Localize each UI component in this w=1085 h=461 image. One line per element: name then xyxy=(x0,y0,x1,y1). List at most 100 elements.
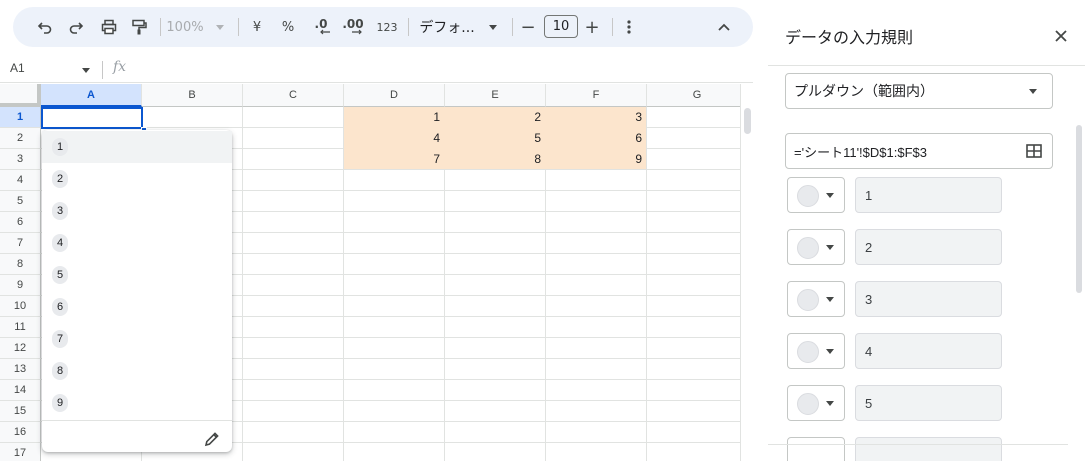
cell-value[interactable]: 2 xyxy=(445,110,541,124)
column-header-d[interactable]: D xyxy=(344,84,445,107)
row-header-9[interactable]: 9 xyxy=(0,275,41,296)
chevron-down-icon xyxy=(215,24,224,30)
currency-format-button[interactable]: ¥ xyxy=(247,7,267,47)
column-header-f[interactable]: F xyxy=(546,84,647,107)
option-value-input[interactable]: 4 xyxy=(855,333,1002,369)
font-size-increase-button[interactable]: + xyxy=(584,7,600,47)
toolbar-separator xyxy=(408,18,409,36)
dropdown-item[interactable]: 1 xyxy=(42,131,232,163)
row-header-17[interactable]: 17 xyxy=(0,443,41,461)
option-row: 5 xyxy=(787,385,1027,421)
column-header-b[interactable]: B xyxy=(142,84,243,107)
font-size-input[interactable]: 10 xyxy=(544,15,578,38)
option-color-button[interactable] xyxy=(787,437,845,461)
name-box[interactable]: A1 xyxy=(10,61,25,75)
option-value-input[interactable]: 1 xyxy=(855,177,1002,213)
criteria-select[interactable]: プルダウン（範囲内） xyxy=(785,73,1053,109)
cell-value[interactable]: 4 xyxy=(344,131,440,145)
option-value-input[interactable]: 5 xyxy=(855,385,1002,421)
chevron-down-icon[interactable] xyxy=(82,68,90,73)
cell-value[interactable]: 7 xyxy=(344,152,440,166)
option-color-button[interactable] xyxy=(787,177,845,213)
toolbar: 100% ¥ % .0 .00 123 デフォ... − 10 + xyxy=(13,7,753,47)
active-cell-a1[interactable] xyxy=(41,107,143,129)
range-input[interactable]: ='シート11'!$D$1:$F$3 xyxy=(785,133,1053,169)
option-color-button[interactable] xyxy=(787,333,845,369)
column-header-a[interactable]: A xyxy=(41,84,142,107)
row-header-11[interactable]: 11 xyxy=(0,317,41,338)
dropdown-item[interactable]: 6 xyxy=(42,291,232,323)
dropdown-item[interactable]: 3 xyxy=(42,195,232,227)
row-header-8[interactable]: 8 xyxy=(0,254,41,275)
option-value-input[interactable]: 3 xyxy=(855,281,1002,317)
arrow-right-icon xyxy=(352,29,362,34)
panel-scrollbar-thumb[interactable] xyxy=(1076,125,1082,293)
dropdown-item[interactable]: 8 xyxy=(42,355,232,387)
undo-button[interactable] xyxy=(35,7,55,47)
zoom-select[interactable]: 100% xyxy=(165,7,225,47)
column-header-c[interactable]: C xyxy=(243,84,344,107)
pencil-icon xyxy=(204,432,219,447)
dropdown-item[interactable]: 4 xyxy=(42,227,232,259)
dropdown-item[interactable]: 2 xyxy=(42,163,232,195)
font-select[interactable]: デフォ... xyxy=(417,7,499,47)
row-header-14[interactable]: 14 xyxy=(0,380,41,401)
cell-value[interactable]: 6 xyxy=(546,131,642,145)
chevron-down-icon xyxy=(826,245,834,250)
row-header-7[interactable]: 7 xyxy=(0,233,41,254)
cell-value[interactable]: 5 xyxy=(445,131,541,145)
dropdown-list: 1 2 3 4 5 6 7 8 9 xyxy=(42,130,232,452)
select-all-corner[interactable] xyxy=(0,84,41,107)
cell-value[interactable]: 3 xyxy=(546,110,642,124)
option-color-button[interactable] xyxy=(787,229,845,265)
row-header-3[interactable]: 3 xyxy=(0,149,41,170)
dropdown-item[interactable]: 9 xyxy=(42,387,232,419)
percent-format-button[interactable]: % xyxy=(278,7,298,47)
row-header-10[interactable]: 10 xyxy=(0,296,41,317)
row-header-4[interactable]: 4 xyxy=(0,170,41,191)
vertical-scrollbar[interactable] xyxy=(740,84,753,461)
close-button[interactable] xyxy=(1054,28,1068,42)
option-chip: 7 xyxy=(52,330,68,348)
color-swatch xyxy=(797,237,819,259)
dropdown-item[interactable]: 5 xyxy=(42,259,232,291)
cell-value[interactable]: 1 xyxy=(344,110,440,124)
print-button[interactable] xyxy=(99,7,119,47)
row-header-13[interactable]: 13 xyxy=(0,359,41,380)
decrease-decimal-button[interactable]: .0 xyxy=(309,7,333,47)
row-header-12[interactable]: 12 xyxy=(0,338,41,359)
row-header-5[interactable]: 5 xyxy=(0,191,41,212)
row-header-1[interactable]: 1 xyxy=(0,107,41,128)
row-header-6[interactable]: 6 xyxy=(0,212,41,233)
increase-decimal-button[interactable]: .00 xyxy=(340,7,366,47)
option-color-button[interactable] xyxy=(787,385,845,421)
scrollbar-thumb[interactable] xyxy=(744,108,751,134)
option-row: 4 xyxy=(787,333,1027,369)
column-header-g[interactable]: G xyxy=(647,84,740,107)
range-value: ='シート11'!$D$1:$F$3 xyxy=(794,144,927,160)
more-options-button[interactable] xyxy=(621,7,637,47)
paint-format-button[interactable] xyxy=(129,7,149,47)
cell-value[interactable]: 9 xyxy=(546,152,642,166)
toolbar-separator xyxy=(160,18,161,36)
column-header-e[interactable]: E xyxy=(445,84,546,107)
dropdown-item[interactable]: 7 xyxy=(42,323,232,355)
row-header-16[interactable]: 16 xyxy=(0,422,41,443)
option-value-input[interactable] xyxy=(855,437,1002,461)
edit-rule-button[interactable] xyxy=(203,430,221,448)
option-chip: 6 xyxy=(52,298,68,316)
data-validation-panel: データの入力規則 プルダウン（範囲内） ='シート11'!$D$1:$F$3 1… xyxy=(768,0,1085,461)
option-value-input[interactable]: 2 xyxy=(855,229,1002,265)
gridline-vertical xyxy=(646,107,647,461)
row-header-15[interactable]: 15 xyxy=(0,401,41,422)
font-size-decrease-button[interactable]: − xyxy=(520,7,536,47)
row-header-2[interactable]: 2 xyxy=(0,128,41,149)
cell-value[interactable]: 8 xyxy=(445,152,541,166)
option-chip: 9 xyxy=(52,394,68,412)
collapse-toolbar-button[interactable] xyxy=(715,7,733,47)
option-color-button[interactable] xyxy=(787,281,845,317)
option-chip: 3 xyxy=(52,202,68,220)
redo-button[interactable] xyxy=(66,7,86,47)
number-format-button[interactable]: 123 xyxy=(373,7,401,47)
select-range-icon[interactable] xyxy=(1026,143,1042,159)
